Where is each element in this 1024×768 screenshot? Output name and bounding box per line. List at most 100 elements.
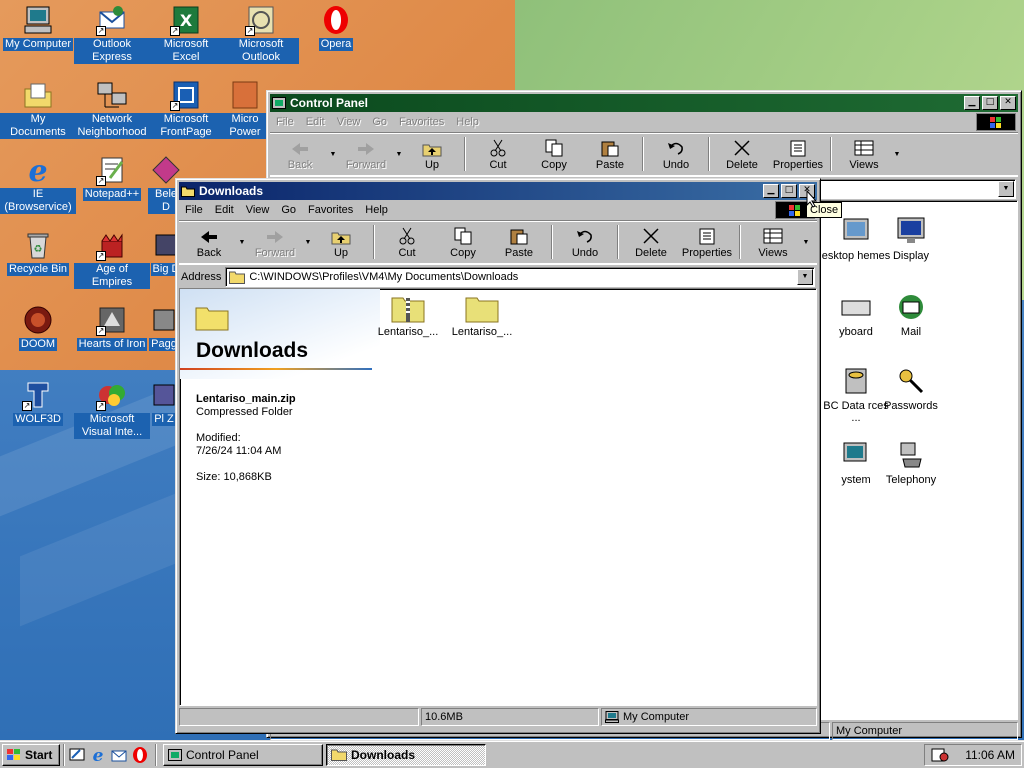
desktop-icon-powerpoint[interactable]: Micro Power [223, 79, 267, 139]
address-field[interactable]: C:\WINDOWS\Profiles\VM4\My Documents\Dow… [225, 266, 815, 287]
back-dropdown-icon[interactable]: ▼ [328, 135, 338, 173]
file-item[interactable]: Lentariso_... [372, 293, 444, 338]
taskbar-separator [63, 743, 65, 766]
paste-button[interactable]: Paste [582, 135, 638, 173]
desktop-icon-microsoft-outlook[interactable]: ↗ Microsoft Outlook [223, 4, 299, 64]
views-dropdown-icon[interactable]: ▼ [892, 135, 902, 173]
properties-button[interactable]: Properties [679, 223, 735, 261]
forward-dropdown-icon[interactable]: ▼ [303, 223, 313, 261]
odbc-icon [845, 368, 867, 394]
downloads-content: Downloads Lentariso_main.zip Compressed … [179, 288, 817, 706]
desktop-icon-doom[interactable]: DOOM [0, 304, 76, 351]
taskbar-button-control-panel[interactable]: Control Panel [163, 743, 323, 766]
start-label: Start [25, 747, 53, 762]
menu-view[interactable]: View [331, 116, 367, 128]
desktop-icon-recycle-bin[interactable]: ♻ Recycle Bin [0, 229, 76, 276]
show-desktop-icon[interactable] [68, 746, 86, 764]
menu-favorites[interactable]: Favorites [393, 116, 450, 128]
minimize-button[interactable]: ▁ [763, 184, 779, 198]
cut-button[interactable]: Cut [470, 135, 526, 173]
desktop-icon-microsoft-frontpage[interactable]: ↗ Microsoft FrontPage [148, 79, 224, 139]
system-tray: 11:06 AM [924, 743, 1022, 766]
address-dropdown-icon[interactable]: ▼ [797, 268, 813, 285]
desktop-icon-opera[interactable]: Opera [298, 4, 374, 51]
undo-button[interactable]: Undo [648, 135, 704, 173]
desktop-icon-microsoft-excel[interactable]: X ↗ Microsoft Excel [148, 4, 224, 64]
copy-button[interactable]: Copy [435, 223, 491, 261]
desktop-icon-wolf3d[interactable]: ↗ WOLF3D [0, 379, 76, 426]
menu-go[interactable]: Go [275, 204, 302, 216]
desktop-icon-ie-browservice[interactable]: e IE (Browservice) [0, 154, 76, 214]
menu-go[interactable]: Go [366, 116, 393, 128]
back-button[interactable]: Back [272, 135, 328, 173]
file-item-label: Lentariso_... [377, 326, 439, 338]
downloads-window[interactable]: Downloads ▁ □ ✕ File Edit View Go Favori… [175, 178, 821, 734]
desktop-icon-hearts-of-iron[interactable]: ↗ Hearts of Iron [74, 304, 150, 351]
shortcut-arrow-icon: ↗ [96, 251, 106, 261]
maximize-button[interactable]: □ [982, 96, 998, 110]
system-icon [843, 442, 867, 462]
delete-button[interactable]: Delete [714, 135, 770, 173]
forward-button[interactable]: Forward [247, 223, 303, 261]
menu-help[interactable]: Help [359, 204, 394, 216]
delete-button[interactable]: Delete [623, 223, 679, 261]
desktop-icon-notepad-plus-plus[interactable]: ↗ Notepad++ [74, 154, 150, 201]
properties-button[interactable]: Properties [770, 135, 826, 173]
paste-button[interactable]: Paste [491, 223, 547, 261]
downloads-titlebar[interactable]: Downloads ▁ □ ✕ [179, 182, 817, 200]
address-dropdown-icon[interactable]: ▼ [998, 180, 1014, 197]
cp-item-telephony[interactable]: Telephony [876, 439, 946, 486]
desktop-icon-label: Microsoft Outlook [223, 38, 299, 64]
desktop-icon-label: Outlook Express [74, 38, 150, 64]
back-dropdown-icon[interactable]: ▼ [237, 223, 247, 261]
back-button[interactable]: Back [181, 223, 237, 261]
forward-arrow-icon [267, 231, 283, 243]
views-dropdown-icon[interactable]: ▼ [801, 223, 811, 261]
modified-label: Modified: [196, 432, 241, 444]
desktop-icon-visual-interdev[interactable]: ↗ Microsoft Visual Inte... [74, 379, 150, 439]
scheduler-icon[interactable] [931, 747, 949, 763]
control-panel-titlebar[interactable]: Control Panel ▁ □ ✕ [270, 94, 1018, 112]
menu-edit[interactable]: Edit [209, 204, 240, 216]
minimize-button[interactable]: ▁ [964, 96, 980, 110]
forward-button[interactable]: Forward [338, 135, 394, 173]
menu-file[interactable]: File [179, 204, 209, 216]
desktop-icon-network-neighborhood[interactable]: Network Neighborhood [74, 79, 150, 139]
start-button[interactable]: Start [2, 743, 60, 766]
desktop-icon-my-documents[interactable]: My Documents [0, 79, 76, 139]
cp-item-label: Telephony [885, 474, 937, 486]
up-button[interactable]: Up [404, 135, 460, 173]
cp-item-display[interactable]: Display [876, 215, 946, 262]
views-button[interactable]: Views [745, 223, 801, 261]
file-item[interactable]: Lentariso_... [446, 293, 518, 338]
close-button[interactable]: ✕ [1000, 96, 1016, 110]
views-button[interactable]: Views [836, 135, 892, 173]
menu-file[interactable]: File [270, 116, 300, 128]
desktop-icon-age-of-empires[interactable]: ↗ Age of Empires [74, 229, 150, 289]
paste-icon [601, 141, 619, 157]
menu-favorites[interactable]: Favorites [302, 204, 359, 216]
clock[interactable]: 11:06 AM [965, 748, 1015, 762]
up-label: Up [333, 247, 349, 259]
up-button[interactable]: Up [313, 223, 369, 261]
forward-dropdown-icon[interactable]: ▼ [394, 135, 404, 173]
desktop-icon-my-computer[interactable]: My Computer [0, 4, 76, 51]
cp-item-mail[interactable]: Mail [876, 291, 946, 338]
doom-icon [22, 304, 54, 336]
desktop-icon-label: Network Neighborhood [74, 113, 150, 139]
toolbar-separator [642, 137, 644, 171]
views-icon [854, 140, 874, 156]
menu-view[interactable]: View [240, 204, 276, 216]
copy-button[interactable]: Copy [526, 135, 582, 173]
cp-item-passwords[interactable]: Passwords [876, 365, 946, 412]
undo-button[interactable]: Undo [557, 223, 613, 261]
maximize-button[interactable]: □ [781, 184, 797, 198]
desktop-icon-outlook-express[interactable]: ↗ Outlook Express [74, 4, 150, 64]
outlook-express-icon[interactable] [110, 746, 128, 764]
ie-icon[interactable]: e [89, 746, 107, 764]
cut-button[interactable]: Cut [379, 223, 435, 261]
taskbar-button-downloads[interactable]: Downloads [326, 743, 486, 766]
menu-edit[interactable]: Edit [300, 116, 331, 128]
menu-help[interactable]: Help [450, 116, 485, 128]
opera-icon[interactable] [131, 746, 149, 764]
